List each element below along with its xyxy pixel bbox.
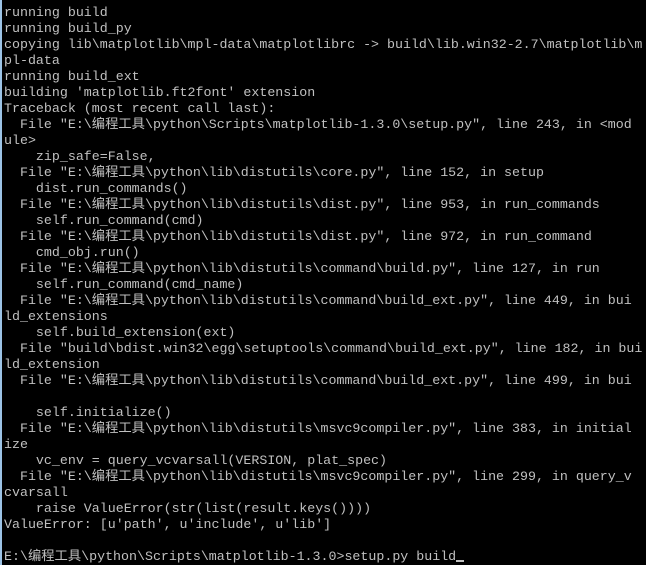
console-line: ize: [4, 437, 28, 452]
console-line: running build_ext: [4, 69, 140, 84]
console-line: running build: [4, 5, 108, 20]
console-line: running build_py: [4, 21, 132, 36]
console-line: self.build_extension(ext): [4, 325, 236, 340]
console-window[interactable]: running build running build_py copying lib…: [0, 0, 646, 565]
console-line: File "E:\编程工具\python\lib\distutils\comma…: [4, 261, 600, 276]
console-line: self.initialize(): [4, 405, 172, 420]
command-prompt-line[interactable]: E:\编程工具\python\Scripts\matplotlib-1.3.0>…: [4, 549, 642, 565]
console-line: File "E:\编程工具\python\lib\distutils\msvc9…: [4, 469, 632, 484]
console-line: pl-data: [4, 53, 60, 68]
console-line: building 'matplotlib.ft2font' extension: [4, 85, 316, 100]
console-line: File "E:\编程工具\python\lib\distutils\comma…: [4, 293, 632, 308]
console-line: ld_extension: [4, 357, 100, 372]
console-line: vc_env = query_vcvarsall(VERSION, plat_s…: [4, 453, 388, 468]
console-line: ValueError: [u'path', u'include', u'lib'…: [4, 517, 332, 532]
console-line: Traceback (most recent call last):: [4, 101, 276, 116]
console-line: dist.run_commands(): [4, 181, 188, 196]
console-line: File "E:\编程工具\python\Scripts\matplotlib-…: [4, 117, 632, 132]
console-line: ule>: [4, 133, 36, 148]
console-line: raise ValueError(str(list(result.keys())…: [4, 501, 372, 516]
console-line: ld_extensions: [4, 309, 108, 324]
console-line: self.run_command(cmd_name): [4, 277, 244, 292]
console-line: File "E:\编程工具\python\lib\distutils\dist.…: [4, 229, 592, 244]
console-line: File "build\bdist.win32\egg\setuptools\c…: [4, 341, 643, 356]
console-line: zip_safe=False,: [4, 149, 156, 164]
console-line: cmd_obj.run(): [4, 245, 140, 260]
command-input[interactable]: setup.py build: [344, 549, 456, 564]
console-line: File "E:\编程工具\python\lib\distutils\msvc9…: [4, 421, 632, 436]
console-line: File "E:\编程工具\python\lib\distutils\dist.…: [4, 197, 600, 212]
console-line: File "E:\编程工具\python\lib\distutils\comma…: [4, 373, 632, 388]
console-line: copying lib\matplotlib\mpl-data\matplotl…: [4, 37, 643, 52]
text-cursor: [456, 560, 465, 562]
console-line: self.run_command(cmd): [4, 213, 204, 228]
console-output: running build running build_py copying lib…: [4, 5, 642, 565]
prompt-path: E:\编程工具\python\Scripts\matplotlib-1.3.0>: [4, 549, 345, 564]
console-line: cvarsall: [4, 485, 68, 500]
window-border: [0, 0, 2, 565]
console-line: File "E:\编程工具\python\lib\distutils\core.…: [4, 165, 544, 180]
